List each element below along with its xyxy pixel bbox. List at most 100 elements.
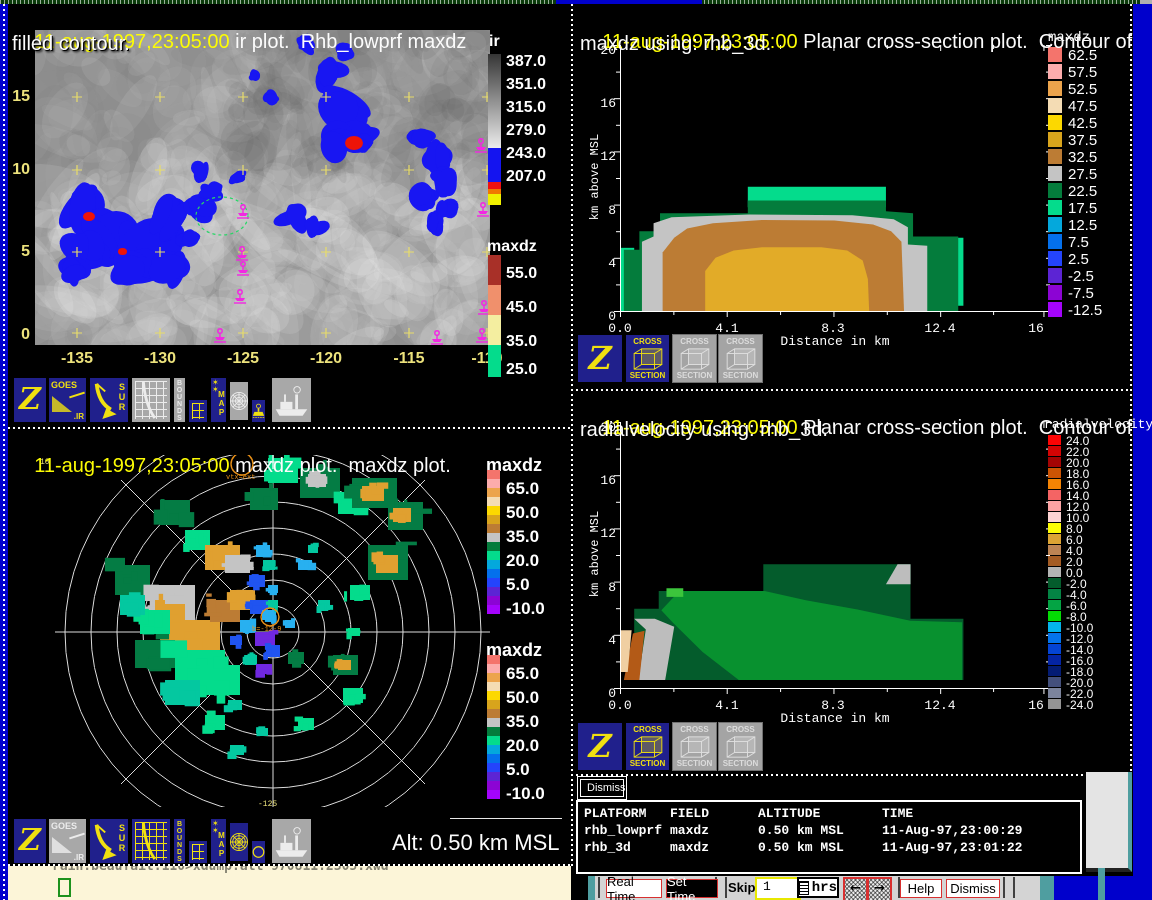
ppi-colorbar-segment (487, 772, 500, 781)
cs2-colorbar-label: -24.0 (1066, 698, 1093, 712)
status-table-cell: maxdz (670, 823, 709, 838)
map-button[interactable]: MAP ✶✶ (210, 377, 227, 423)
ppi-colorbar-segment (487, 745, 500, 754)
ir-maxdz-colorbar-segment (488, 345, 501, 377)
rings-button[interactable] (229, 822, 249, 862)
range-rings-icon (230, 823, 248, 861)
altitude-readout: Alt: 0.50 km MSL (392, 830, 560, 856)
satellite-image[interactable] (35, 30, 490, 345)
cs2-title-text: Planar cross-section plot. Contour of (798, 417, 1133, 439)
cs1-cross-section-button-3[interactable]: CROSS SECTION (718, 334, 763, 383)
cs1-colorbar-swatch (1048, 268, 1062, 283)
radar-grid-button[interactable] (131, 377, 171, 423)
ir-y-tick-label: 5 (6, 243, 30, 261)
ir-title-text: ir plot. Rhb_lowprf maxdz (230, 31, 467, 53)
cs2-cross-section-button-1[interactable]: CROSS SECTION (625, 722, 670, 771)
bounds-label: BOUNDS (176, 821, 183, 863)
cs1-colorbar-label: 17.5 (1068, 200, 1097, 217)
map-button[interactable]: MAP ✶✶ (210, 818, 227, 864)
ir-maxdz-colorbar-segment (488, 285, 501, 315)
cs2-colorbar-swatch (1048, 699, 1061, 709)
subgrid-button[interactable] (188, 399, 208, 423)
ppi-colorbar-segment (487, 596, 500, 605)
scrollbar-track[interactable] (1086, 772, 1132, 872)
cs1-y-axis-title: km above MSL (588, 122, 602, 232)
tr-br-divider (576, 389, 1130, 391)
cs1-zebra-button[interactable]: Z (577, 334, 623, 383)
sur-radar-button[interactable]: SUR (89, 377, 129, 423)
cube-icon (631, 735, 665, 759)
ppi-colorbar-segment (487, 673, 500, 682)
center-divider (571, 4, 573, 866)
help-button[interactable]: Help (900, 879, 942, 898)
right-window-border (1133, 4, 1152, 900)
left-border-dots (3, 4, 5, 900)
cs2-cross-section-button-2[interactable]: CROSS SECTION (672, 722, 717, 771)
maxdz-cross-section-plot[interactable] (612, 39, 1052, 319)
ppi-colorbar-label: 65.0 (506, 664, 539, 684)
goes-ir-button[interactable]: GOES .IR (48, 377, 87, 423)
ppi-colorbar-segment (487, 682, 500, 691)
zebra-z-glyph: Z (578, 723, 622, 770)
radar-grid-button[interactable] (131, 818, 171, 864)
cross-label: CROSS (726, 725, 754, 734)
sur-radar-button[interactable]: SUR (89, 818, 129, 864)
cs1-cross-section-button-2[interactable]: CROSS SECTION (672, 334, 717, 383)
cs1-colorbar-swatch (1048, 251, 1062, 266)
cs2-cross-section-button-3[interactable]: CROSS SECTION (718, 722, 763, 771)
xterm-window[interactable]: rain:beaufait:110>xdump.all 970811.2305.… (8, 866, 571, 900)
ppi-colorbar-label: 5.0 (506, 760, 530, 780)
ir-x-tick-label: -125 (217, 350, 269, 368)
cs2-x-tick-label: 12.4 (920, 698, 960, 713)
cs2-colorbar-swatch (1048, 688, 1061, 698)
status-dismiss-button[interactable]: Dismiss (580, 779, 624, 797)
step-back-button[interactable]: ← (843, 877, 868, 900)
bounds-button[interactable]: BOUNDS (173, 377, 186, 423)
cs1-colorbar-label: 47.5 (1068, 98, 1097, 115)
right-arrow-icon: → (874, 881, 885, 896)
zebra-logo[interactable]: Z (13, 377, 47, 423)
zebra-z-glyph: Z (578, 335, 622, 382)
ppi-bottom-label: -125 (258, 800, 277, 809)
buoy-button[interactable] (251, 399, 266, 423)
cs1-colorbar-label: -2.5 (1068, 268, 1094, 285)
zebra-logo[interactable]: Z (13, 818, 47, 864)
rings-button[interactable] (229, 381, 249, 421)
cs1-cross-section-button-1[interactable]: CROSS SECTION (625, 334, 670, 383)
bounds-button[interactable]: BOUNDS (173, 818, 186, 864)
goes-ir-button[interactable]: GOES .IR (48, 818, 87, 864)
cs2-zebra-button[interactable]: Z (577, 722, 623, 771)
left-arrow-icon: ← (850, 881, 861, 896)
section-label: SECTION (723, 759, 759, 768)
goes-dish-icon (52, 392, 72, 412)
zebra-z-glyph: Z (14, 378, 46, 422)
subgrid-button[interactable] (188, 840, 208, 864)
ppi-colorbar-segment (487, 718, 500, 727)
real-time-button[interactable]: Real Time (606, 879, 662, 898)
cs2-x-tick-label: 4.1 (707, 698, 747, 713)
ship-button[interactable] (271, 377, 312, 423)
hrs-units-button[interactable]: hrs (797, 877, 839, 898)
skip-value-input[interactable]: 1 (755, 877, 801, 900)
top-border-blue-segment (556, 0, 702, 4)
toolbar-dismiss-button[interactable]: Dismiss (946, 879, 1000, 898)
cs2-colorbar-swatch (1048, 578, 1061, 588)
section-label: SECTION (677, 759, 713, 768)
ship-button[interactable] (271, 818, 312, 864)
status-table-cell: 0.50 km MSL (758, 823, 844, 838)
ppi-colorbar-segment (487, 700, 500, 709)
cs1-colorbar-swatch (1048, 302, 1062, 317)
bounds-label: BOUNDS (176, 380, 183, 422)
circle-button[interactable] (251, 840, 266, 864)
ir-colorbar-gradient (488, 54, 501, 148)
set-time-button[interactable]: Set Time (666, 879, 718, 898)
cs2-y-tick-label: 4 (590, 633, 616, 648)
ir-colorbar-segment (488, 148, 501, 182)
cs1-x-tick-label: 12.4 (920, 321, 960, 336)
status-table-cell: 11-Aug-97,23:00:29 (882, 823, 1022, 838)
bottom-right-teal-chip (1040, 876, 1054, 900)
cs1-colorbar-swatch (1048, 132, 1062, 147)
cs2-y-tick-label: 16 (590, 473, 616, 488)
step-forward-button[interactable]: → (867, 877, 892, 900)
goes-label: GOES (49, 819, 86, 831)
